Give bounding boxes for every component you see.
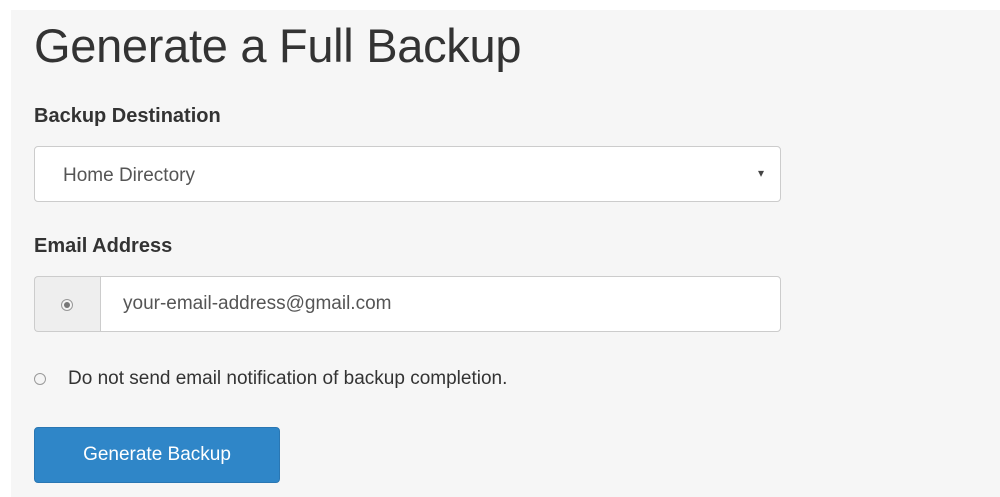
send-email-radio[interactable] [61,299,73,311]
backup-destination-label: Backup Destination [34,105,221,127]
no-email-option: Do not send email notification of backup… [34,367,734,391]
radio-selected-dot-icon [64,302,70,308]
backup-destination-select[interactable]: Home Directory ▾ [34,146,781,202]
page-title: Generate a Full Backup [34,19,522,72]
no-email-option-label[interactable]: Do not send email notification of backup… [68,367,507,391]
chevron-down-icon: ▾ [757,166,764,180]
no-email-radio[interactable] [34,373,46,385]
email-address-label: Email Address [34,235,173,257]
generate-backup-button[interactable]: Generate Backup [34,427,280,483]
email-input-group [34,276,781,332]
backup-destination-value: Home Directory [63,165,195,186]
email-field[interactable] [100,276,781,332]
email-radio-addon [34,276,100,332]
